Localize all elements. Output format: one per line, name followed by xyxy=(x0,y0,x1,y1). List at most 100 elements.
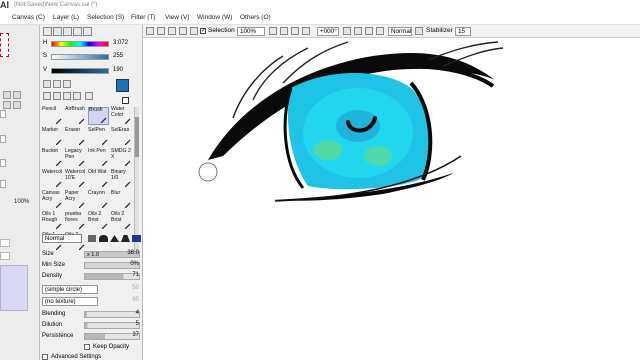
eyedropper-icon[interactable] xyxy=(85,92,93,100)
brush-texture-select[interactable]: (no texture) xyxy=(42,297,98,306)
brush-slot[interactable]: Crayon xyxy=(88,190,109,209)
persistence-row[interactable]: Persistence 37 xyxy=(42,332,141,341)
brush-shape-flat-icon[interactable] xyxy=(88,235,96,242)
brush-slot[interactable]: SMDG 2 X xyxy=(111,148,132,167)
brush-slot[interactable]: Paper Acry xyxy=(65,190,86,209)
scroll-thumb[interactable] xyxy=(135,117,139,157)
zoom-dropdown[interactable] xyxy=(0,110,6,118)
brush-slot[interactable]: SelPen xyxy=(88,127,109,146)
brush-slot[interactable]: AirBrush xyxy=(65,106,86,125)
dilution-slider[interactable] xyxy=(84,322,140,329)
rotate-reset-icon[interactable] xyxy=(365,27,373,35)
brush-slot[interactable]: Water Color xyxy=(111,106,132,125)
color-wheel-icon[interactable] xyxy=(43,27,52,36)
navigator-preview[interactable] xyxy=(0,33,9,57)
value-bar[interactable] xyxy=(51,68,109,74)
size-row[interactable]: Size x 1.0 38.0 xyxy=(42,250,141,259)
density-row[interactable]: Density 71 xyxy=(42,272,141,281)
opacity-slider[interactable] xyxy=(0,180,6,188)
saturation-bar[interactable] xyxy=(51,54,109,60)
trim-icon[interactable] xyxy=(190,27,198,35)
angle-field[interactable]: +000° xyxy=(317,27,339,36)
zoom-in-icon[interactable] xyxy=(3,91,11,99)
brush-slot[interactable]: Marker xyxy=(42,127,63,146)
brush-slot[interactable]: Bucket xyxy=(42,148,63,167)
brush-slot[interactable]: Ink Pen xyxy=(88,148,109,167)
menu-layer[interactable]: Layer (L) xyxy=(53,14,79,21)
scratchpad-icon[interactable] xyxy=(83,27,92,36)
hue-bar[interactable] xyxy=(51,41,109,47)
brush-shape-square-icon[interactable] xyxy=(132,235,141,242)
menu-canvas[interactable]: Canvas (C) xyxy=(12,14,45,21)
selected-layer[interactable] xyxy=(0,265,28,311)
brush-shape-round-icon[interactable] xyxy=(99,235,108,242)
brush-slot[interactable]: Canvas Acry xyxy=(42,190,63,209)
brush-slot[interactable]: Brush xyxy=(88,107,109,125)
flip-icon[interactable] xyxy=(376,27,384,35)
rotate-right-icon[interactable] xyxy=(13,101,21,109)
zoom-out-icon[interactable] xyxy=(13,91,21,99)
menu-selection[interactable]: Selection (S) xyxy=(87,14,124,21)
brush-shape-tri-icon[interactable] xyxy=(110,235,119,242)
select-all-icon[interactable] xyxy=(146,27,154,35)
lasso-icon[interactable] xyxy=(53,80,61,88)
minsize-row[interactable]: Min Size 0% xyxy=(42,261,141,270)
menu-view[interactable]: View (V) xyxy=(165,14,189,21)
zoom-in-icon[interactable] xyxy=(280,27,288,35)
brush-slot[interactable]: Binary 1/0 xyxy=(111,169,132,188)
brush-slot[interactable]: Oils 1 Rough xyxy=(42,211,63,230)
swatches-icon[interactable] xyxy=(73,27,82,36)
zoom-field[interactable]: 100% xyxy=(237,27,265,36)
brush-slot[interactable]: Watercol 10'E xyxy=(65,169,86,188)
keep-opacity-row[interactable]: Keep Opacity xyxy=(84,343,141,352)
layer-thumbnail[interactable] xyxy=(0,252,10,260)
advanced-settings-checkbox[interactable] xyxy=(42,354,48,360)
brush-mode-select[interactable]: Normal xyxy=(42,234,82,243)
brush-slot[interactable]: Oils 2 Brist xyxy=(111,211,132,230)
deselect-icon[interactable] xyxy=(157,27,165,35)
keep-opacity-checkbox[interactable] xyxy=(84,344,90,350)
brush-slot[interactable]: Blur xyxy=(111,190,132,209)
invert-icon[interactable] xyxy=(168,27,176,35)
brush-shape-trap-icon[interactable] xyxy=(121,235,130,242)
dilution-row[interactable]: Dilution 5 xyxy=(42,321,141,330)
selection-checkbox[interactable]: ✓ xyxy=(200,28,206,34)
brush-slot[interactable]: prueba flores xyxy=(65,211,86,230)
pen-only-icon[interactable] xyxy=(415,27,423,35)
crop-icon[interactable] xyxy=(179,27,187,35)
hand-icon[interactable] xyxy=(73,92,81,100)
brush-slot[interactable]: Pencil xyxy=(42,106,63,125)
brush-slot[interactable]: Watercol xyxy=(42,169,63,188)
background-color-swatch[interactable] xyxy=(122,97,129,104)
stabilizer-field[interactable]: 15 xyxy=(455,27,471,36)
brush-slot[interactable]: SelEras xyxy=(111,127,132,146)
fit-view-icon[interactable] xyxy=(302,27,310,35)
rotate-left-icon[interactable] xyxy=(3,101,11,109)
select-rect-icon[interactable] xyxy=(43,80,51,88)
rotate-right-icon[interactable] xyxy=(354,27,362,35)
size-multiplier[interactable]: x 1.0 xyxy=(87,252,99,258)
blending-row[interactable]: Blending 4 xyxy=(42,310,141,319)
blend-mode-field[interactable]: Normal xyxy=(388,27,412,36)
magic-wand-icon[interactable] xyxy=(63,80,71,88)
brush-slot[interactable]: Old Wat xyxy=(88,169,109,188)
zoom-out-icon[interactable] xyxy=(269,27,277,35)
brush-slot[interactable]: Legacy Pen xyxy=(65,148,86,167)
menu-window[interactable]: Window (W) xyxy=(197,14,232,21)
texture-row[interactable]: (no texture) 95 xyxy=(42,297,141,306)
brush-grid-scrollbar[interactable] xyxy=(134,107,139,255)
menu-filter[interactable]: Filter (T) xyxy=(131,14,156,21)
foreground-color-swatch[interactable] xyxy=(116,79,129,92)
drawing-canvas[interactable] xyxy=(143,38,640,360)
rotate-icon[interactable] xyxy=(63,92,71,100)
rgb-slider-icon[interactable] xyxy=(53,27,62,36)
brush-shape-select[interactable]: (simple circle) xyxy=(42,285,98,294)
angle-dropdown[interactable] xyxy=(0,135,6,143)
blending-slider[interactable] xyxy=(84,311,140,318)
menu-others[interactable]: Others (O) xyxy=(240,14,271,21)
zoom-reset-icon[interactable] xyxy=(291,27,299,35)
rotate-left-icon[interactable] xyxy=(343,27,351,35)
move-icon[interactable] xyxy=(43,92,51,100)
advanced-settings-row[interactable]: Advanced Settings xyxy=(42,353,141,360)
brush-slot[interactable]: Oils 2 Brist xyxy=(88,211,109,230)
